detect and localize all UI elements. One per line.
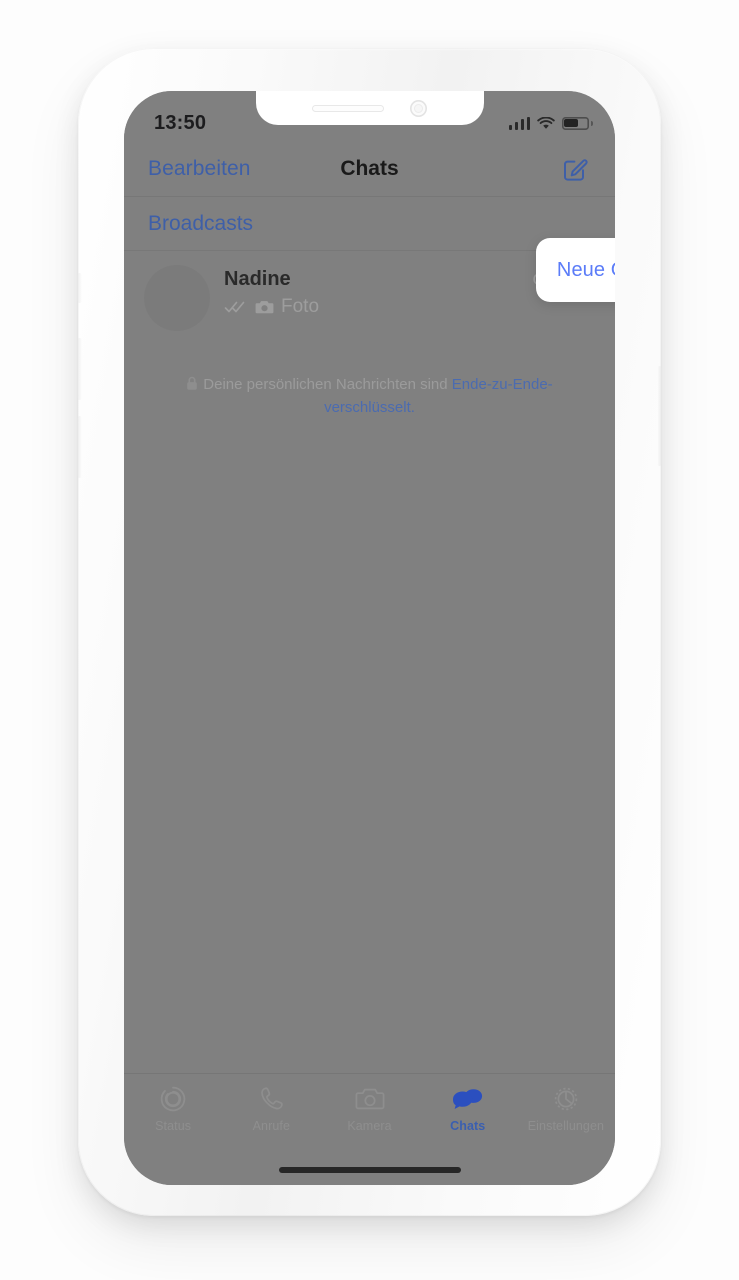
- phone-case: 13:50 Bearbeiten Chats Broadcasts Nadine…: [77, 48, 662, 1216]
- double-check-icon: [224, 300, 248, 314]
- home-indicator-area: [124, 1155, 615, 1185]
- tab-kamera-label: Kamera: [347, 1119, 392, 1133]
- status-time: 13:50: [154, 111, 207, 134]
- silent-switch-button[interactable]: [77, 273, 82, 303]
- chat-bubbles-icon: [452, 1084, 484, 1114]
- power-button[interactable]: [657, 366, 662, 466]
- status-icons: [508, 116, 593, 130]
- speaker-slot-icon: [312, 104, 384, 112]
- tab-chats[interactable]: Chats: [419, 1084, 517, 1133]
- home-indicator[interactable]: [278, 1167, 461, 1173]
- chat-preview-row: Foto: [224, 296, 593, 318]
- context-menu: Neue Gruppe: [536, 238, 615, 302]
- battery-icon: [562, 117, 593, 130]
- camera-icon: [355, 1084, 385, 1114]
- front-camera-icon: [410, 99, 427, 117]
- tab-anrufe-label: Anrufe: [252, 1119, 291, 1133]
- camera-icon: [255, 299, 274, 315]
- status-rings-icon: [158, 1084, 188, 1114]
- chat-contact-name: Nadine: [224, 268, 291, 290]
- volume-down-button[interactable]: [77, 416, 82, 478]
- tab-status-label: Status: [155, 1119, 192, 1133]
- cellular-bars-icon: [508, 116, 530, 130]
- tab-anrufe[interactable]: Anrufe: [222, 1084, 320, 1133]
- phone-icon: [257, 1084, 285, 1114]
- encryption-text: Deine persönlichen Nachrichten sind: [203, 376, 452, 393]
- volume-up-button[interactable]: [77, 338, 82, 400]
- encryption-notice: Deine persönlichen Nachrichten sind Ende…: [124, 373, 615, 420]
- tab-bar: Status Anrufe Kamera Chats Einstellungen: [124, 1073, 615, 1155]
- broadcasts-label: Broadcasts: [148, 211, 254, 235]
- lock-icon: [186, 376, 198, 391]
- menu-item-neue-gruppe[interactable]: Neue Gruppe: [557, 259, 615, 282]
- nav-bar: Bearbeiten Chats: [124, 141, 615, 197]
- tab-chats-label: Chats: [450, 1119, 486, 1133]
- notch: [255, 91, 484, 125]
- tab-kamera[interactable]: Kamera: [320, 1084, 418, 1133]
- wifi-icon: [537, 116, 555, 130]
- phone-screen: 13:50 Bearbeiten Chats Broadcasts Nadine…: [124, 91, 615, 1185]
- compose-icon[interactable]: [561, 155, 589, 183]
- empty-chat-area: [124, 420, 615, 1074]
- avatar: [144, 265, 210, 331]
- edit-button[interactable]: Bearbeiten: [148, 157, 251, 181]
- gear-icon: [551, 1084, 581, 1114]
- tab-einstellungen-label: Einstellungen: [527, 1119, 605, 1133]
- tab-status[interactable]: Status: [124, 1084, 222, 1133]
- chat-preview-text: Foto: [281, 296, 320, 317]
- tab-einstellungen[interactable]: Einstellungen: [517, 1084, 615, 1133]
